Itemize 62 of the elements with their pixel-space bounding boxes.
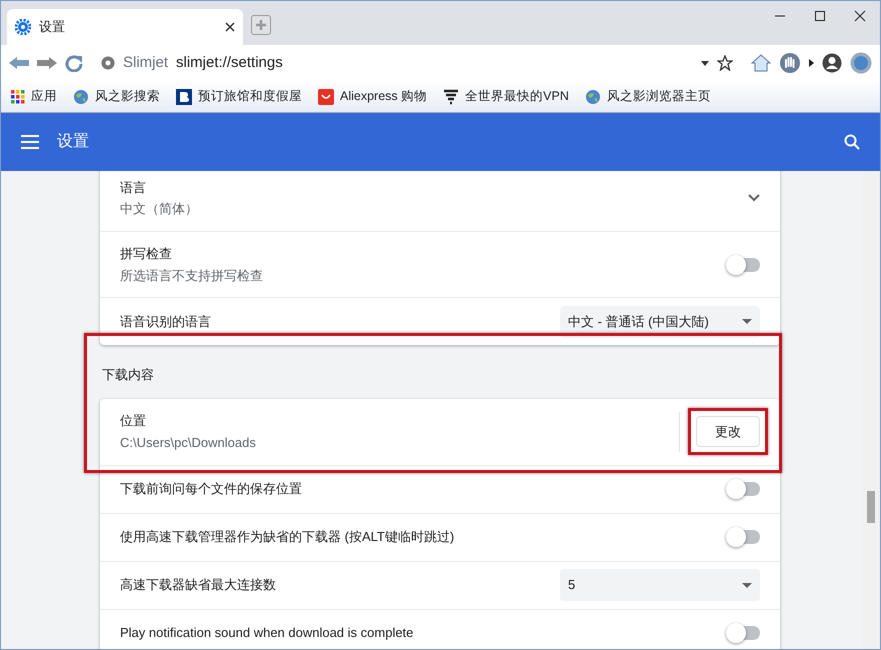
bookmark-label: 应用	[31, 88, 57, 106]
section-heading: 下载内容	[101, 366, 155, 384]
home-icon[interactable]	[751, 54, 771, 72]
profile-icon[interactable]	[822, 53, 842, 73]
setting-label: 位置	[120, 412, 147, 430]
change-button[interactable]: 更改	[696, 416, 760, 448]
dropdown-icon[interactable]	[701, 60, 709, 66]
setting-description: 中文（简体）	[120, 200, 199, 218]
bookmark-label: Aliexpress 购物	[340, 88, 428, 106]
toggle-switch[interactable]	[728, 482, 760, 496]
address-text: slimjet://settings	[176, 52, 283, 73]
bookmark[interactable]: Aliexpress 购物	[318, 87, 428, 106]
site-icon	[101, 56, 115, 70]
bookmark[interactable]: 风之影浏览器主页	[584, 87, 711, 106]
dropdown-icon	[742, 582, 752, 588]
plus-icon	[255, 19, 267, 31]
bookmark-label: 预订旅馆和度假屋	[198, 88, 302, 106]
select-field[interactable]: 5	[560, 569, 760, 601]
page-title: 设置	[57, 132, 90, 152]
setting-label: 语音识别的语言	[120, 312, 212, 331]
chevron-down-icon[interactable]	[748, 194, 760, 202]
toggle-switch[interactable]	[728, 626, 760, 640]
close-icon	[854, 10, 866, 22]
select-value: 中文 - 普通话 (中国大陆)	[568, 312, 709, 331]
close-icon[interactable]	[225, 22, 235, 32]
forward-icon[interactable]	[37, 56, 57, 70]
apps-grid-icon	[11, 90, 25, 104]
arrow-icon[interactable]	[809, 59, 814, 67]
reload-icon[interactable]	[65, 54, 83, 72]
setting-description: C:\Users\pc\Downloads	[120, 434, 257, 452]
setting-label: 高速下载器缺省最大连接数	[120, 576, 277, 594]
maximize-icon	[814, 10, 826, 22]
setting-label: Play notification sound when download is complete	[120, 624, 414, 642]
toggle-switch[interactable]	[728, 258, 760, 272]
setting-label: 使用高速下载管理器作为缺省的下载器 (按ALT键临时跳过)	[120, 528, 456, 546]
menu-icon[interactable]	[21, 135, 39, 149]
letter-b-icon	[176, 88, 192, 104]
toggle-switch[interactable]	[728, 530, 760, 544]
hand-icon[interactable]	[779, 52, 801, 74]
settings-icon	[15, 19, 31, 35]
bookmark[interactable]: 风之影搜索	[73, 87, 160, 106]
bookmark[interactable]: 应用	[11, 87, 57, 106]
search-icon[interactable]	[844, 134, 860, 150]
bookmark-label: 风之影搜索	[95, 88, 160, 106]
bookmark-label: 全世界最快的VPN	[465, 88, 569, 106]
bookmark[interactable]: 全世界最快的VPN	[443, 87, 569, 106]
shopping-bag-icon	[318, 88, 334, 104]
tab-title: 设置	[39, 18, 66, 36]
bookmark[interactable]: 预订旅馆和度假屋	[176, 87, 302, 106]
setting-label: 下载前询问每个文件的保存位置	[120, 480, 303, 498]
setting-label: 语言	[120, 178, 147, 196]
dropdown-icon	[742, 319, 752, 324]
site-name: Slimjet	[123, 52, 168, 73]
star-icon[interactable]	[717, 55, 733, 71]
back-icon[interactable]	[9, 56, 29, 70]
new-tab-button[interactable]	[251, 15, 271, 35]
browser-tab[interactable]: 设置	[7, 9, 243, 45]
bookmark-label: 风之影浏览器主页	[606, 88, 711, 106]
select-value: 5	[568, 576, 576, 594]
select-field[interactable]: 中文 - 普通话 (中国大陆)	[560, 306, 760, 338]
setting-description: 所选语言不支持拼写检查	[120, 266, 264, 284]
setting-label: 拼写检查	[120, 245, 173, 263]
